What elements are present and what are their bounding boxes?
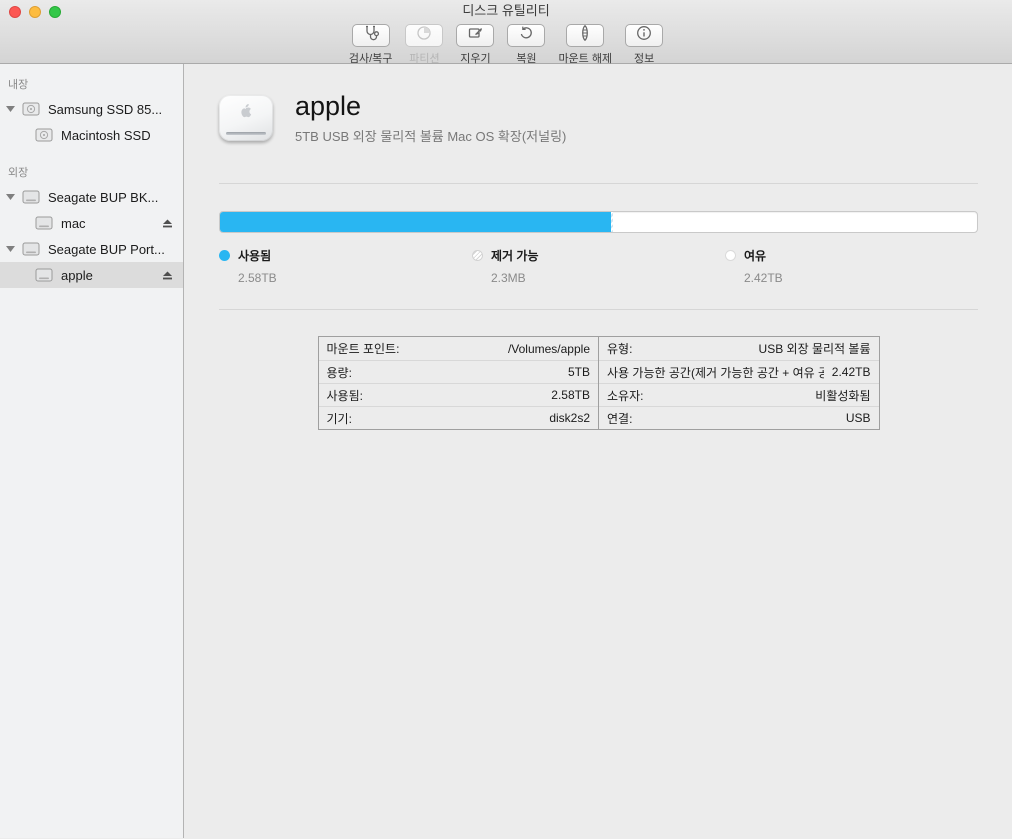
details-right-column: 유형: USB 외장 물리적 볼륨 사용 가능한 공간(제거 가능한 공간 + … xyxy=(598,337,879,429)
external-volume-icon xyxy=(35,267,53,283)
detail-row-available: 사용 가능한 공간(제거 가능한 공간 + 여유 공간): 2.42TB xyxy=(599,360,879,383)
detail-row-capacity: 용량: 5TB xyxy=(319,360,599,383)
used-swatch-icon xyxy=(219,250,230,261)
usage-legend: 사용됨 2.58TB 제거 가능 2.3MB 여유 2.4 xyxy=(219,247,978,285)
sidebar-item-label: Seagate BUP BK... xyxy=(48,190,158,205)
sidebar-item-label: Seagate BUP Port... xyxy=(48,242,165,257)
legend-value: 2.3MB xyxy=(491,271,725,285)
window-chrome: 디스크 유틸리티 검사/복구 xyxy=(0,0,1012,64)
legend-value: 2.58TB xyxy=(238,271,472,285)
usage-bar xyxy=(219,211,978,233)
details-left-column: 마운트 포인트: /Volumes/apple 용량: 5TB 사용됨: 2.5… xyxy=(319,337,599,429)
detail-label: 유형: xyxy=(607,340,632,357)
external-drive-device-icon xyxy=(219,95,273,141)
disclosure-triangle-icon[interactable] xyxy=(6,106,22,112)
detail-row-connection: 연결: USB xyxy=(599,406,879,429)
separator xyxy=(219,183,978,184)
detail-label: 소유자: xyxy=(607,387,643,404)
detail-value: USB 외장 물리적 볼륨 xyxy=(759,340,871,357)
erase-icon xyxy=(465,24,485,47)
sidebar-item-label: apple xyxy=(61,268,93,283)
apple-logo-icon xyxy=(219,103,273,118)
detail-row-type: 유형: USB 외장 물리적 볼륨 xyxy=(599,337,879,360)
free-swatch-icon xyxy=(725,250,736,261)
detail-row-device: 기기: disk2s2 xyxy=(319,406,599,429)
detail-label: 연결: xyxy=(607,410,632,427)
detail-value: 2.42TB xyxy=(832,365,871,379)
sidebar-section-external: 외장 xyxy=(0,160,183,184)
internal-disk-icon xyxy=(22,101,40,117)
external-volume-icon xyxy=(35,215,53,231)
first-aid-button[interactable]: 검사/복구 xyxy=(349,24,393,66)
info-button[interactable]: 정보 xyxy=(625,24,663,66)
titlebar: 디스크 유틸리티 xyxy=(0,0,1012,21)
sidebar-item-mac[interactable]: mac xyxy=(0,210,183,236)
sidebar-item-samsung-ssd[interactable]: Samsung SSD 85... xyxy=(0,96,183,122)
external-disk-icon xyxy=(22,189,40,205)
sidebar-item-seagate-bup-port[interactable]: Seagate BUP Port... xyxy=(0,236,183,262)
detail-label: 마운트 포인트: xyxy=(327,340,400,357)
detail-value: USB xyxy=(846,411,871,425)
external-disk-icon xyxy=(22,241,40,257)
sidebar-section-internal: 내장 xyxy=(0,72,183,96)
unmount-icon xyxy=(575,24,595,47)
details-table: 마운트 포인트: /Volumes/apple 용량: 5TB 사용됨: 2.5… xyxy=(318,336,880,430)
close-button[interactable] xyxy=(9,6,21,18)
partition-icon xyxy=(414,24,434,47)
sidebar-item-apple[interactable]: apple xyxy=(0,262,183,288)
traffic-lights xyxy=(9,6,61,18)
window-title: 디스크 유틸리티 xyxy=(0,0,1012,22)
detail-value: 2.58TB xyxy=(551,388,590,402)
usage-bar-purgeable-sliver xyxy=(611,212,613,232)
restore-icon xyxy=(516,24,536,47)
legend-used: 사용됨 2.58TB xyxy=(219,247,472,285)
detail-label: 용량: xyxy=(327,364,352,381)
volume-name: apple xyxy=(295,91,566,122)
detail-label: 사용 가능한 공간(제거 가능한 공간 + 여유 공간): xyxy=(607,364,824,381)
sidebar-item-macintosh-ssd[interactable]: Macintosh SSD xyxy=(0,122,183,148)
legend-label: 사용됨 xyxy=(238,247,271,264)
separator xyxy=(219,309,978,310)
disclosure-triangle-icon[interactable] xyxy=(6,194,22,200)
minimize-button[interactable] xyxy=(29,6,41,18)
erase-button[interactable]: 지우기 xyxy=(456,24,494,66)
legend-purgeable: 제거 가능 2.3MB xyxy=(472,247,725,285)
disclosure-triangle-icon[interactable] xyxy=(6,246,22,252)
detail-row-used: 사용됨: 2.58TB xyxy=(319,383,599,406)
detail-label: 사용됨: xyxy=(327,387,363,404)
partition-button[interactable]: 파티션 xyxy=(405,24,443,66)
detail-row-mount-point: 마운트 포인트: /Volumes/apple xyxy=(319,337,599,360)
legend-label: 여유 xyxy=(744,247,766,264)
detail-row-owner: 소유자: 비활성화됨 xyxy=(599,383,879,406)
usage-bar-used-fill xyxy=(220,212,611,232)
sidebar-item-label: Macintosh SSD xyxy=(61,128,151,143)
sidebar-item-label: Samsung SSD 85... xyxy=(48,102,162,117)
volume-description: 5TB USB 외장 물리적 볼륨 Mac OS 확장(저널링) xyxy=(295,126,566,145)
detail-value: disk2s2 xyxy=(549,411,590,425)
detail-value: /Volumes/apple xyxy=(508,342,590,356)
volume-header: apple 5TB USB 외장 물리적 볼륨 Mac OS 확장(저널링) xyxy=(219,91,978,145)
detail-value: 5TB xyxy=(568,365,590,379)
detail-label: 기기: xyxy=(327,410,352,427)
detail-value: 비활성화됨 xyxy=(815,387,870,404)
legend-value: 2.42TB xyxy=(744,271,978,285)
disk-utility-window: 디스크 유틸리티 검사/복구 xyxy=(0,0,1012,839)
legend-free: 여유 2.42TB xyxy=(725,247,978,285)
sidebar: 내장 Samsung SSD 85... xyxy=(0,64,184,838)
zoom-button[interactable] xyxy=(49,6,61,18)
eject-icon[interactable] xyxy=(161,269,174,281)
eject-icon[interactable] xyxy=(161,217,174,229)
sidebar-item-label: mac xyxy=(61,216,86,231)
device-slot xyxy=(226,132,266,135)
unmount-button[interactable]: 마운트 해제 xyxy=(558,24,612,66)
purgeable-swatch-icon xyxy=(472,250,483,261)
internal-volume-icon xyxy=(35,127,53,143)
main-content: apple 5TB USB 외장 물리적 볼륨 Mac OS 확장(저널링) 사… xyxy=(184,64,1012,838)
sidebar-item-seagate-bup-bk[interactable]: Seagate BUP BK... xyxy=(0,184,183,210)
restore-button[interactable]: 복원 xyxy=(507,24,545,66)
toolbar: 검사/복구 파티션 xyxy=(0,21,1012,66)
first-aid-icon xyxy=(361,24,381,47)
legend-label: 제거 가능 xyxy=(491,247,539,264)
info-icon xyxy=(634,24,654,47)
